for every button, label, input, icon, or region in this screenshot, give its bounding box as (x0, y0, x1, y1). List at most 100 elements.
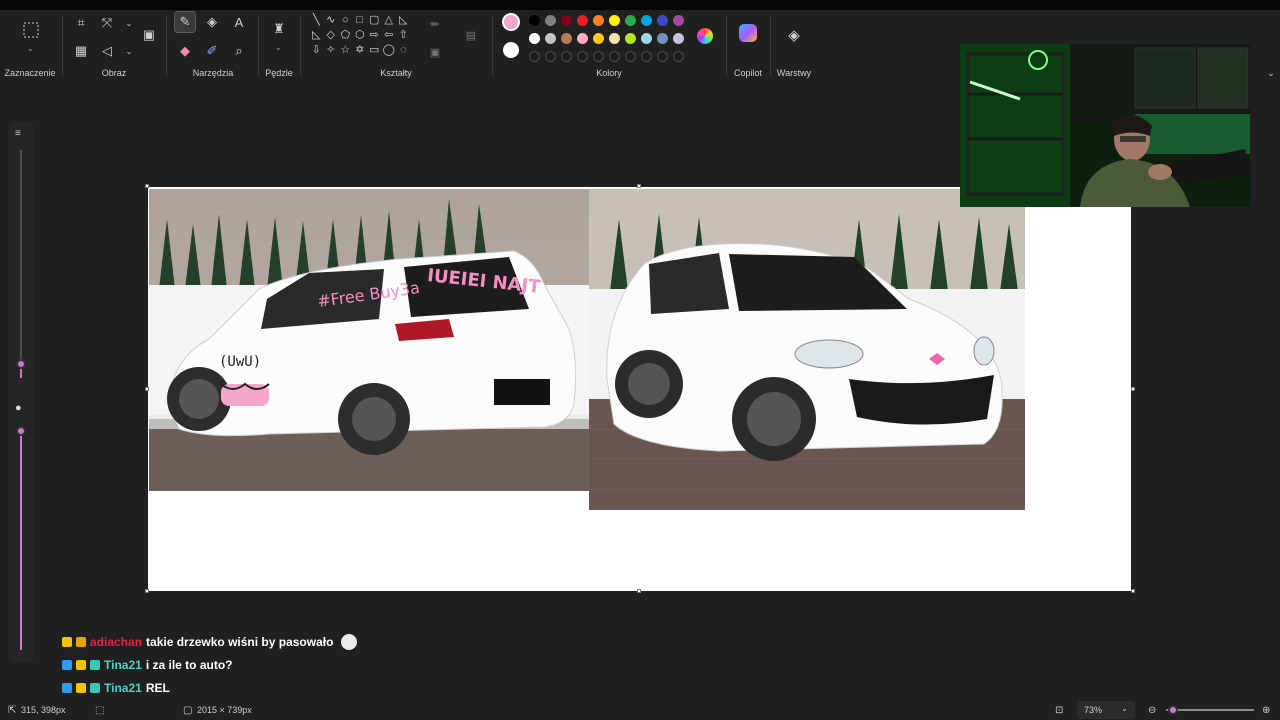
color-picker-icon[interactable]: ✐ (201, 40, 223, 62)
primary-color-swatch[interactable] (502, 13, 520, 31)
custom-color-slot[interactable] (609, 51, 620, 62)
opacity-slider-thumb[interactable] (16, 426, 26, 436)
zoom-slider-track[interactable] (1166, 709, 1254, 711)
fit-to-window-icon[interactable]: ⊡ (1055, 705, 1063, 716)
copilot-group: Copilot (728, 10, 768, 82)
color-swatch[interactable] (625, 15, 636, 26)
triangle-shape-icon[interactable]: △ (382, 12, 397, 27)
custom-color-slot[interactable] (593, 51, 604, 62)
color-swatch[interactable] (609, 15, 620, 26)
hexagon-shape-icon[interactable]: ⬡ (353, 27, 368, 42)
right-triangle-shape-icon[interactable]: ◺ (396, 12, 411, 27)
callout-rect-shape-icon[interactable]: ▭ (367, 42, 382, 57)
color-swatch[interactable] (545, 15, 556, 26)
size-slider-thumb[interactable] (16, 359, 26, 369)
rounded-rectangle-shape-icon[interactable]: ▢ (367, 12, 382, 27)
star6-shape-icon[interactable]: ✡ (353, 42, 368, 57)
color-swatch[interactable] (625, 33, 636, 44)
color-swatch[interactable] (561, 33, 572, 44)
resize-handle[interactable] (145, 387, 149, 391)
color-swatch[interactable] (593, 33, 604, 44)
zoom-slider-thumb[interactable] (1168, 705, 1179, 715)
color-swatch[interactable] (609, 33, 620, 44)
right-car-photo (589, 189, 1025, 510)
fill-shape-icon[interactable]: ▤ (460, 24, 482, 46)
text-icon[interactable]: A (228, 11, 250, 33)
secondary-color-swatch[interactable] (503, 42, 519, 58)
right-triangle-2-shape-icon[interactable]: ◺ (309, 27, 324, 42)
callout-cloud-shape-icon[interactable]: ◌ (396, 42, 411, 57)
custom-color-slot[interactable] (625, 51, 636, 62)
star5-shape-icon[interactable]: ☆ (338, 42, 353, 57)
resize-handle[interactable] (1131, 589, 1135, 593)
color-swatch[interactable] (529, 33, 540, 44)
pencil-icon[interactable]: ✎ (174, 11, 196, 33)
color-swatch[interactable] (529, 15, 540, 26)
layers-icon[interactable]: ◈ (783, 24, 805, 46)
opacity-slider-track[interactable] (20, 428, 22, 650)
magnifier-icon[interactable]: ⌕ (228, 40, 250, 62)
custom-color-slot[interactable] (641, 51, 652, 62)
outline-icon[interactable]: ✏ (424, 13, 446, 35)
copilot-icon[interactable] (739, 24, 757, 42)
chevron-down-icon[interactable]: ⌄ (118, 40, 140, 62)
drawing-canvas[interactable]: #Free Buy3a IUEIEI NAJT (UwU) (145, 184, 1135, 593)
chevron-down-icon[interactable]: ⌄ (275, 43, 282, 52)
remove-background-icon[interactable]: ▦ (70, 40, 92, 62)
resize-icon[interactable]: ⤧ (96, 12, 118, 34)
collapse-ribbon-icon[interactable]: ⌄ (1260, 62, 1280, 84)
eraser-icon[interactable]: ◆ (174, 40, 196, 62)
custom-color-slot[interactable] (577, 51, 588, 62)
rectangle-shape-icon[interactable]: □ (353, 12, 368, 27)
zoom-out-icon[interactable]: ⊖ (1148, 705, 1156, 716)
curve-shape-icon[interactable]: ∿ (324, 12, 339, 27)
color-swatch[interactable] (657, 33, 668, 44)
sub-badge-icon (90, 659, 100, 670)
size-slider-track[interactable] (20, 150, 22, 360)
arrow-right-shape-icon[interactable]: ⇨ (367, 27, 382, 42)
zoom-dropdown[interactable]: 73% ⌄ (1077, 701, 1135, 719)
color-swatch[interactable] (577, 33, 588, 44)
oval-shape-icon[interactable]: ○ (338, 12, 353, 27)
pentagon-shape-icon[interactable]: ⬠ (338, 27, 353, 42)
arrow-up-shape-icon[interactable]: ⇧ (396, 27, 411, 42)
color-swatch[interactable] (673, 15, 684, 26)
brush-icon[interactable]: ♜ (268, 18, 290, 40)
chevron-down-icon[interactable]: ⌄ (118, 12, 140, 34)
custom-color-slot[interactable] (561, 51, 572, 62)
color-swatch[interactable] (673, 33, 684, 44)
selection-icon[interactable] (19, 18, 43, 42)
color-swatch[interactable] (545, 33, 556, 44)
zoom-in-icon[interactable]: ⊕ (1262, 705, 1270, 716)
layers-group-label: Warstwy (776, 68, 812, 78)
arrow-down-shape-icon[interactable]: ⇩ (309, 42, 324, 57)
color-swatch[interactable] (593, 15, 604, 26)
color-swatch[interactable] (561, 15, 572, 26)
arrow-left-shape-icon[interactable]: ⇦ (382, 27, 397, 42)
color-wheel-icon[interactable] (697, 28, 713, 44)
resize-handle[interactable] (1131, 387, 1135, 391)
crop-icon[interactable]: ⌗ (70, 12, 92, 34)
custom-color-slot[interactable] (545, 51, 556, 62)
chat-username: adiachan (90, 634, 143, 649)
custom-color-slot[interactable] (529, 51, 540, 62)
star4-shape-icon[interactable]: ✧ (324, 42, 339, 57)
rotate-icon[interactable]: ◁ (96, 40, 118, 62)
resize-handle[interactable] (637, 184, 641, 188)
color-swatch[interactable] (657, 15, 668, 26)
chevron-down-icon[interactable]: ⌄ (27, 44, 34, 53)
color-swatch[interactable] (641, 33, 652, 44)
color-swatch[interactable] (577, 15, 588, 26)
color-swatch[interactable] (641, 15, 652, 26)
diamond-shape-icon[interactable]: ◇ (324, 27, 339, 42)
fill-icon[interactable]: ◈ (201, 11, 223, 33)
resize-handle[interactable] (145, 184, 149, 188)
fill-style-icon[interactable]: ▣ (424, 41, 446, 63)
resize-handle[interactable] (145, 589, 149, 593)
image-select-icon[interactable]: ▣ (138, 24, 160, 46)
custom-color-slot[interactable] (673, 51, 684, 62)
resize-handle[interactable] (637, 589, 641, 593)
callout-oval-shape-icon[interactable]: ◯ (382, 42, 397, 57)
line-shape-icon[interactable]: ╲ (309, 12, 324, 27)
custom-color-slot[interactable] (657, 51, 668, 62)
